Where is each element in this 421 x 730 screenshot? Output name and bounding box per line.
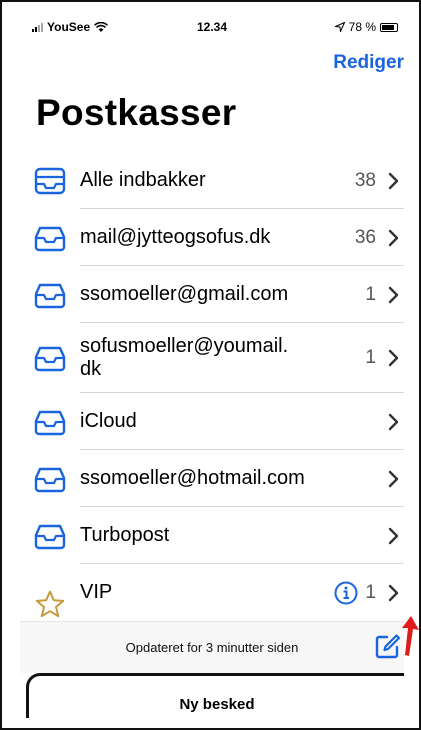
unread-count: 1 <box>365 283 376 305</box>
battery-icon <box>380 22 398 32</box>
unread-count: 36 <box>354 226 376 248</box>
mailbox-label: mail@jytteogsofus.dk <box>80 226 271 248</box>
mailbox-row-all-inboxes[interactable]: Alle indbakker 38 <box>20 152 404 209</box>
screenshot-frame: YouSee 12.34 78 % Rediger Postkasser All… <box>0 0 421 730</box>
mailbox-row-vip[interactable]: VIP 1 <box>20 564 404 621</box>
inbox-icon <box>34 524 66 549</box>
mailbox-label: Turbopost <box>80 524 170 546</box>
page-title: Postkasser <box>36 92 237 133</box>
mailbox-row-hotmail[interactable]: ssomoeller@hotmail.com <box>20 450 404 507</box>
bottom-toolbar: Opdateret for 3 minutter siden <box>20 621 404 673</box>
unread-count: 1 <box>365 347 376 368</box>
unread-count: 1 <box>365 581 376 603</box>
inbox-icon <box>34 226 66 251</box>
location-arrow-icon <box>334 22 345 32</box>
inbox-icon <box>34 467 66 492</box>
mailbox-label: sofusmoeller@youmail. dk <box>80 335 289 380</box>
chevron-right-icon <box>388 527 399 544</box>
sheet-title: Ny besked <box>179 696 255 713</box>
chevron-right-icon <box>388 470 399 487</box>
mailbox-label: ssomoeller@gmail.com <box>80 283 289 305</box>
new-message-sheet[interactable]: Ny besked <box>26 673 404 718</box>
status-bar: YouSee 12.34 78 % <box>20 14 404 40</box>
inbox-icon <box>34 410 66 435</box>
mailbox-row-jytteogsofus[interactable]: mail@jytteogsofus.dk 36 <box>20 209 404 266</box>
chevron-right-icon <box>388 286 399 303</box>
annotation-arrow-icon <box>402 616 419 656</box>
mailbox-list: Alle indbakker 38 mail@jytteogsofus.dk 3… <box>20 152 404 621</box>
mailbox-label: ssomoeller@hotmail.com <box>80 467 305 489</box>
chevron-right-icon <box>388 413 399 430</box>
all-inboxes-icon <box>34 167 66 194</box>
mailbox-row-turbopost[interactable]: Turbopost <box>20 507 404 564</box>
battery-percent: 78 % <box>348 20 376 34</box>
mailbox-label: iCloud <box>80 410 137 432</box>
info-icon[interactable] <box>334 581 358 605</box>
edit-button[interactable]: Rediger <box>333 52 404 74</box>
chevron-right-icon <box>388 349 399 367</box>
mail-app: YouSee 12.34 78 % Rediger Postkasser All… <box>20 14 404 718</box>
mailbox-row-icloud[interactable]: iCloud <box>20 393 404 450</box>
unread-count: 38 <box>354 169 376 191</box>
mailbox-label: VIP <box>80 581 113 603</box>
mailbox-label: Alle indbakker <box>80 169 206 191</box>
chevron-right-icon <box>388 584 399 601</box>
chevron-right-icon <box>388 229 399 246</box>
star-icon <box>35 590 65 618</box>
inbox-icon <box>34 283 66 308</box>
chevron-right-icon <box>388 172 399 189</box>
update-status: Opdateret for 3 minutter siden <box>125 640 299 655</box>
inbox-icon <box>34 346 66 372</box>
mailbox-row-youmail[interactable]: sofusmoeller@youmail. dk 1 <box>20 323 404 393</box>
mailbox-row-gmail[interactable]: ssomoeller@gmail.com 1 <box>20 266 404 323</box>
